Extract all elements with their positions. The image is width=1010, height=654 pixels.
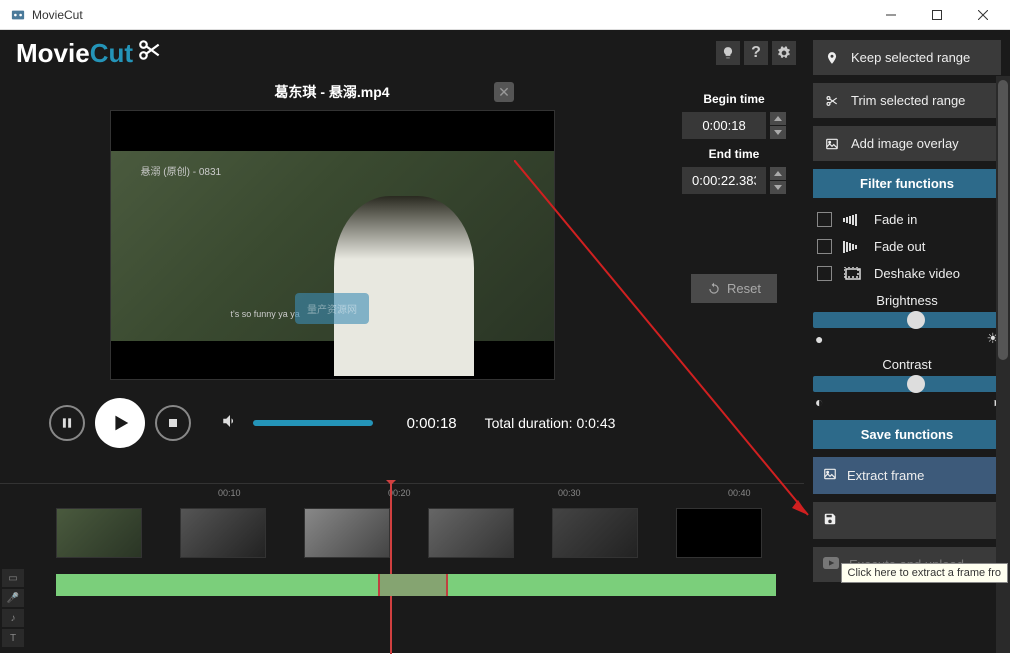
video-overlay-text: 悬溺 (原创) - 0831 [141, 163, 222, 178]
brightness-min-icon: ● [815, 331, 823, 347]
brightness-slider[interactable] [813, 312, 1001, 328]
volume-icon[interactable] [221, 412, 239, 435]
checkbox-icon [817, 212, 832, 227]
fade-out-checkbox[interactable]: Fade out [813, 233, 1001, 260]
image-icon [823, 137, 841, 151]
begin-time-down[interactable] [770, 126, 786, 139]
youtube-icon [823, 557, 839, 572]
minimize-button[interactable] [868, 0, 914, 30]
timeline-thumb[interactable] [56, 508, 142, 558]
add-overlay-label: Add image overlay [851, 136, 959, 151]
brightness-label: Brightness [813, 293, 1001, 308]
checkbox-icon [817, 266, 832, 281]
app-icon [10, 7, 26, 23]
close-video-button[interactable]: ✕ [494, 82, 514, 102]
save-icon [823, 512, 837, 529]
video-caption: t's so funny ya ya [231, 309, 300, 319]
volume-slider[interactable] [253, 420, 373, 426]
logo-text-2: Cut [90, 38, 133, 69]
app-header: MovieCut ? [0, 30, 804, 76]
ruler-mark: 00:30 [558, 488, 581, 498]
watermark: 量产资源网 [295, 293, 369, 324]
timeline-mic-track-icon[interactable]: 🎤 [2, 589, 24, 607]
fade-in-label: Fade in [874, 212, 917, 227]
video-filename: 葛东琪 - 悬溺.mp4 [274, 76, 389, 106]
save-button[interactable] [813, 502, 1001, 539]
contrast-min-icon: ◐ [815, 394, 823, 410]
close-button[interactable] [960, 0, 1006, 30]
contrast-label: Contrast [813, 357, 1001, 372]
tooltip: Click here to extract a frame fro [841, 563, 1008, 583]
image-icon [823, 467, 837, 484]
timeline-clip-track[interactable] [56, 574, 776, 596]
tips-button[interactable] [716, 41, 740, 65]
ruler-mark: 00:10 [218, 488, 241, 498]
timeline-audio-track-icon[interactable]: ♪ [2, 609, 24, 627]
end-time-label: End time [664, 147, 804, 161]
video-preview[interactable]: 悬溺 (原创) - 0831 t's so funny ya ya 量产资源网 [110, 110, 555, 380]
trim-range-label: Trim selected range [851, 93, 965, 108]
fade-out-icon [842, 241, 864, 253]
sidebar: Keep selected range Trim selected range … [804, 30, 1010, 653]
filter-section-header: Filter functions [813, 169, 1001, 198]
timeline-thumb[interactable] [552, 508, 638, 558]
fade-in-icon [842, 214, 864, 226]
ruler-mark: 00:40 [728, 488, 751, 498]
extract-frame-label: Extract frame [847, 468, 924, 483]
extract-frame-button[interactable]: Extract frame [813, 457, 1001, 494]
timeline-selection[interactable] [378, 574, 448, 596]
titlebar: MovieCut [0, 0, 1010, 30]
fade-out-label: Fade out [874, 239, 925, 254]
pin-icon [823, 51, 841, 65]
keep-range-button[interactable]: Keep selected range [813, 40, 1001, 75]
deshake-icon [842, 267, 864, 281]
maximize-button[interactable] [914, 0, 960, 30]
reset-label: Reset [727, 281, 761, 296]
timeline-playhead[interactable] [390, 484, 392, 654]
add-overlay-button[interactable]: Add image overlay [813, 126, 1001, 161]
end-time-up[interactable] [770, 167, 786, 180]
logo-text-1: Movie [16, 38, 90, 69]
timeline-thumb[interactable] [180, 508, 266, 558]
save-section-header: Save functions [813, 420, 1001, 449]
pause-button[interactable] [49, 405, 85, 441]
reset-button[interactable]: Reset [691, 274, 777, 303]
timeline-thumb[interactable] [428, 508, 514, 558]
begin-time-label: Begin time [664, 92, 804, 106]
total-duration: Total duration: 0:0:43 [485, 415, 616, 431]
begin-time-input[interactable] [682, 112, 766, 139]
timeline: ▭ 🎤 ♪ T 00:10 00:20 00:30 00:40 [0, 483, 804, 653]
help-button[interactable]: ? [744, 41, 768, 65]
window-title: MovieCut [32, 8, 868, 22]
scissors-icon [137, 37, 163, 70]
begin-time-up[interactable] [770, 112, 786, 125]
deshake-checkbox[interactable]: Deshake video [813, 260, 1001, 287]
end-time-down[interactable] [770, 181, 786, 194]
contrast-slider[interactable] [813, 376, 1001, 392]
checkbox-icon [817, 239, 832, 254]
scissors-icon [823, 94, 841, 108]
timeline-video-track-icon[interactable]: ▭ [2, 569, 24, 587]
timeline-thumb[interactable] [304, 508, 390, 558]
trim-range-button[interactable]: Trim selected range [813, 83, 1001, 118]
fade-in-checkbox[interactable]: Fade in [813, 206, 1001, 233]
timeline-thumb[interactable] [676, 508, 762, 558]
app-logo: MovieCut [16, 37, 163, 70]
stop-button[interactable] [155, 405, 191, 441]
timeline-ruler[interactable]: 00:10 00:20 00:30 00:40 [28, 484, 804, 504]
timeline-thumbnails[interactable] [28, 504, 804, 560]
timeline-text-track-icon[interactable]: T [2, 629, 24, 647]
play-button[interactable] [95, 398, 145, 448]
settings-button[interactable] [772, 41, 796, 65]
end-time-input[interactable] [682, 167, 766, 194]
playback-controls: 0:00:18 Total duration: 0:0:43 [0, 380, 664, 460]
current-time: 0:00:18 [407, 415, 457, 432]
keep-range-label: Keep selected range [851, 50, 970, 65]
deshake-label: Deshake video [874, 266, 960, 281]
